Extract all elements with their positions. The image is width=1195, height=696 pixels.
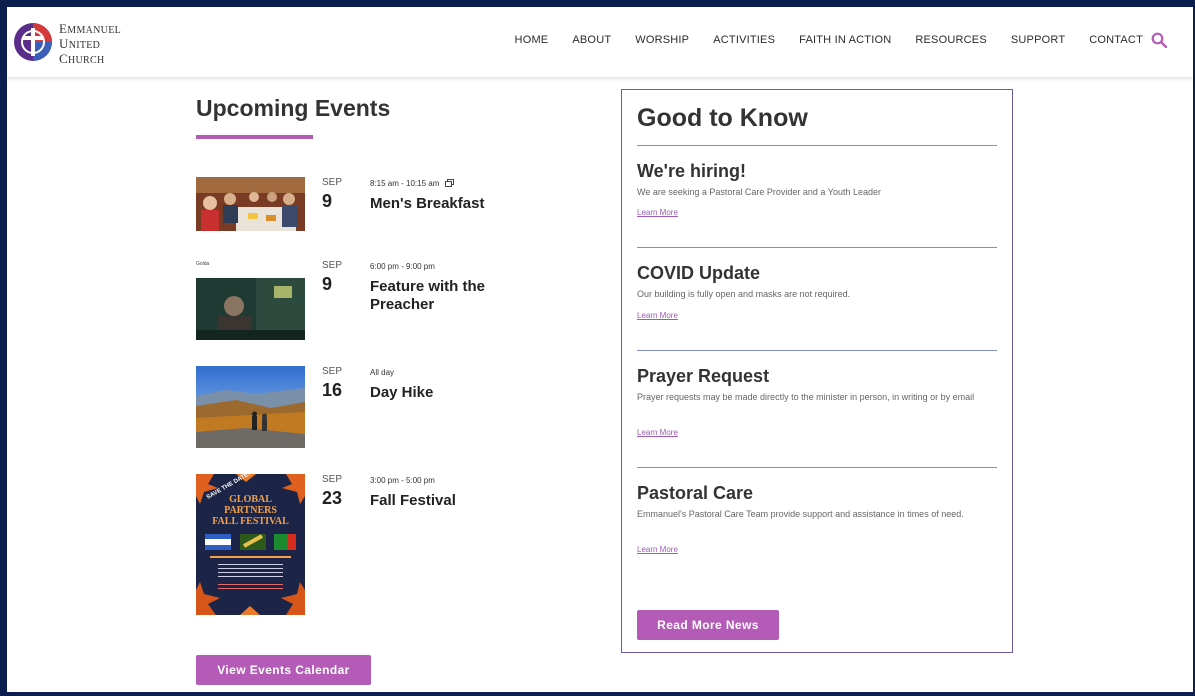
event-thumbnail-fall-festival-poster[interactable]: SAVE THE DATE! GLOBAL PARTNERS FALL FEST…	[196, 474, 305, 615]
news-heading: Prayer Request	[637, 366, 770, 386]
divider	[637, 467, 997, 468]
poster-title-line-3: FALL FESTIVAL	[212, 516, 289, 527]
learn-more-link[interactable]: Learn More	[637, 545, 678, 554]
event-month: SEP	[322, 260, 343, 271]
movie-caption: Golda	[196, 261, 210, 267]
browser-page: EMMANUEL UNITED CHURCH HOME ABOUT WORSHI…	[7, 7, 1193, 692]
news-description: Emmanuel's Pastoral Care Team provide su…	[637, 509, 964, 519]
news-description: Our building is fully open and masks are…	[637, 289, 851, 299]
logo-initial: E	[59, 21, 68, 36]
poster-date-line	[210, 556, 291, 558]
news-item: We're hiring! We are seeking a Pastoral …	[637, 161, 997, 231]
upcoming-events-heading: Upcoming Events	[196, 95, 391, 121]
event-day: 16	[322, 380, 343, 400]
event-thumbnail-breakfast[interactable]	[196, 177, 305, 231]
event-time: All day	[370, 368, 395, 377]
event-time: 3:00 pm - 5:00 pm	[370, 476, 435, 485]
main-nav: HOME ABOUT WORSHIP ACTIVITIES FAITH IN A…	[515, 34, 1143, 46]
news-heading: COVID Update	[637, 263, 761, 283]
event-thumbnail-movie[interactable]: Golda	[196, 260, 305, 340]
event-title[interactable]: Men's Breakfast	[370, 195, 540, 213]
news-item: Prayer Request Prayer requests may be ma…	[637, 366, 997, 446]
nav-home[interactable]: HOME	[515, 34, 549, 46]
movie-still-photo	[196, 278, 305, 340]
good-to-know-heading: Good to Know	[637, 104, 808, 132]
news-item: Pastoral Care Emmanuel's Pastoral Care T…	[637, 483, 997, 563]
read-more-news-button[interactable]: Read More News	[637, 610, 779, 640]
event-title[interactable]: Feature with the Preacher	[370, 278, 540, 314]
poster-detail-lines	[218, 564, 283, 565]
logo-line-1: EMMANUEL	[59, 21, 122, 36]
news-description: We are seeking a Pastoral Care Provider …	[637, 187, 881, 197]
breakfast-photo	[196, 177, 305, 231]
poster-title-line-2: PARTNERS	[224, 505, 277, 516]
event-thumbnail-hike[interactable]	[196, 366, 305, 448]
view-events-calendar-button[interactable]: View Events Calendar	[196, 655, 371, 685]
church-cross-logo-icon[interactable]	[13, 22, 53, 62]
nav-support[interactable]: SUPPORT	[1011, 34, 1065, 46]
news-heading: Pastoral Care	[637, 483, 754, 503]
event-day: 9	[322, 191, 333, 211]
learn-more-link[interactable]: Learn More	[637, 428, 678, 437]
event-time: 8:15 am - 10:15 am	[370, 179, 454, 188]
event-title[interactable]: Day Hike	[370, 384, 540, 402]
divider	[637, 247, 997, 248]
nav-about[interactable]: ABOUT	[572, 34, 611, 46]
nav-activities[interactable]: ACTIVITIES	[713, 34, 775, 46]
event-title[interactable]: Fall Festival	[370, 492, 540, 510]
nav-contact[interactable]: CONTACT	[1089, 34, 1143, 46]
heading-underline	[196, 135, 313, 139]
nav-faith-in-action[interactable]: FAITH IN ACTION	[799, 34, 891, 46]
event-day: 23	[322, 488, 343, 508]
good-to-know-panel: Good to Know We're hiring! We are seekin…	[621, 89, 1013, 653]
logo-line-2: UNITED	[59, 36, 101, 51]
nav-resources[interactable]: RESOURCES	[915, 34, 986, 46]
poster-title-line-1: GLOBAL	[229, 494, 272, 505]
logo-line-3: CHURCH	[59, 51, 105, 66]
event-month: SEP	[322, 177, 343, 188]
learn-more-link[interactable]: Learn More	[637, 208, 678, 217]
event-day: 9	[322, 274, 333, 294]
news-heading: We're hiring!	[637, 161, 746, 181]
learn-more-link[interactable]: Learn More	[637, 311, 678, 320]
event-month: SEP	[322, 366, 343, 377]
recurring-event-icon	[444, 179, 454, 187]
divider	[637, 350, 997, 351]
search-icon[interactable]	[1151, 32, 1167, 48]
hike-photo	[196, 366, 305, 448]
church-name[interactable]: EMMANUEL UNITED CHURCH	[59, 22, 121, 67]
event-month: SEP	[322, 474, 343, 485]
logo-initial: U	[59, 36, 69, 51]
news-description: Prayer requests may be made directly to …	[637, 392, 975, 402]
event-time: 6:00 pm - 9:00 pm	[370, 262, 435, 271]
logo-initial: C	[59, 51, 68, 66]
divider	[637, 145, 997, 146]
news-item: COVID Update Our building is fully open …	[637, 263, 997, 333]
site-header: EMMANUEL UNITED CHURCH HOME ABOUT WORSHI…	[7, 7, 1193, 77]
poster-title: GLOBAL PARTNERS FALL FESTIVAL	[196, 494, 305, 527]
event-time-text: 8:15 am - 10:15 am	[370, 179, 440, 188]
nav-worship[interactable]: WORSHIP	[635, 34, 689, 46]
